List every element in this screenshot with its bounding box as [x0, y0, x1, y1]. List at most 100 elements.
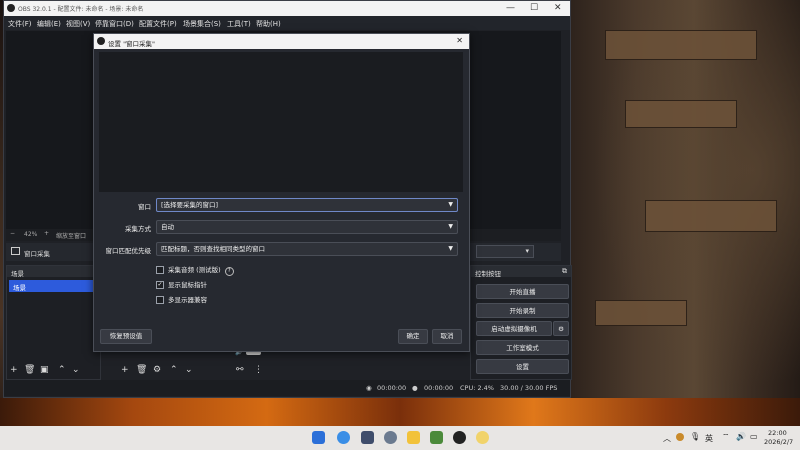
file-explorer-icon[interactable] — [407, 431, 420, 444]
maximize-button[interactable]: ☐ — [530, 3, 538, 13]
capture-audio-checkbox[interactable]: 采集音频 (测试版) ? — [156, 264, 234, 276]
fps-readout: 30.00 / 30.00 FPS — [500, 384, 558, 392]
mixer-menu-icon[interactable]: ⋮ — [254, 365, 263, 375]
remove-scene-icon[interactable]: 🗑 — [24, 365, 35, 375]
edge-icon[interactable] — [337, 431, 350, 444]
add-source-icon[interactable]: + — [121, 365, 129, 375]
pycharm-icon[interactable] — [430, 431, 443, 444]
scenes-title: 场景 — [11, 270, 24, 278]
checkbox-unchecked[interactable] — [156, 266, 164, 274]
settings-button[interactable]: 设置 — [476, 359, 569, 374]
mixer-link-icon[interactable]: ⚯ — [236, 365, 244, 375]
source-up-icon[interactable]: ⌃ — [170, 365, 178, 375]
cpu-usage: CPU: 2.4% — [460, 384, 494, 392]
clock-date[interactable]: 2026/2/7 — [764, 438, 793, 446]
volume-icon[interactable]: 🔊 — [736, 432, 746, 441]
chevron-down-icon: ▼ — [448, 245, 453, 252]
zoom-in-button[interactable]: + — [44, 230, 49, 237]
start-virtual-camera-button[interactable]: 启动虚拟摄像机 — [476, 321, 552, 336]
window-select[interactable]: [选择要采集的窗口] ▼ — [156, 198, 458, 212]
status-bar: ◉ 00:00:00 ● 00:00:00 CPU: 2.4% 30.00 / … — [4, 380, 570, 396]
window-capture-properties-dialog: 设置 "窗口采集" ✕ 窗口 [选择要采集的窗口] ▼ 采集方式 自动 ▼ 窗口… — [93, 33, 470, 352]
menu-tools[interactable]: 工具(T) — [227, 19, 251, 29]
dialog-title: 设置 "窗口采集" — [108, 40, 156, 48]
desktop-wallpaper — [565, 0, 800, 425]
dialog-title-bar: 设置 "窗口采集" ✕ — [94, 34, 469, 49]
menu-profile[interactable]: 配置文件(P) — [139, 19, 177, 29]
add-scene-icon[interactable]: + — [10, 365, 18, 375]
restore-defaults-button[interactable]: 恢复预设值 — [100, 329, 152, 344]
menu-bar: 文件(F) 编辑(E) 视图(V) 停靠窗口(D) 配置文件(P) 场景集合(S… — [4, 16, 570, 30]
zoom-fit-label[interactable]: 缩放至窗口 — [56, 231, 86, 240]
scene-filter-icon[interactable]: ▣ — [40, 365, 49, 375]
tray-chevron-icon[interactable]: ︿ — [663, 433, 671, 444]
checkbox-unchecked[interactable] — [156, 296, 164, 304]
chevron-down-icon: ▾ — [525, 247, 529, 255]
menu-view[interactable]: 视图(V) — [66, 19, 90, 29]
move-up-icon[interactable]: ⌃ — [58, 365, 66, 375]
multi-monitor-checkbox[interactable]: 多显示器兼容 — [156, 294, 207, 304]
window-match-priority-select[interactable]: 匹配标题，否则查找相同类型的窗口 ▼ — [156, 242, 458, 256]
microphone-icon[interactable]: 🎙 — [690, 432, 700, 441]
cancel-button[interactable]: 取消 — [432, 329, 462, 344]
clock-time[interactable]: 22:00 — [768, 429, 787, 437]
capture-method-select[interactable]: 自动 ▼ — [156, 220, 458, 234]
obs-logo-icon — [7, 4, 15, 12]
battery-icon[interactable]: ▭ — [750, 432, 758, 441]
menu-file[interactable]: 文件(F) — [8, 19, 32, 29]
checkbox-checked[interactable]: ✓ — [156, 281, 164, 289]
obs-taskbar-icon[interactable] — [453, 431, 466, 444]
menu-scene-collection[interactable]: 场景集合(S) — [183, 19, 221, 29]
capture-method-value: 自动 — [161, 223, 174, 231]
ime-indicator[interactable]: 英 — [705, 433, 713, 444]
menu-help[interactable]: 帮助(H) — [256, 19, 281, 29]
window-label: 窗口 — [138, 203, 151, 211]
record-status-icon: ● — [412, 384, 418, 392]
windows-taskbar: ︿ 🎙 英 ⌔ 🔊 ▭ 22:00 2026/2/7 — [0, 426, 800, 450]
minimize-button[interactable]: — — [506, 3, 515, 13]
stream-time: 00:00:00 — [377, 384, 407, 392]
source-property-dropdown[interactable]: ▾ — [476, 245, 534, 258]
show-cursor-label: 显示鼠标指针 — [168, 281, 207, 289]
settings-icon[interactable] — [384, 431, 397, 444]
window-title: OBS 32.0.1 - 配置文件: 未命名 - 场景: 未命名 — [18, 6, 144, 13]
window-match-priority-label: 窗口匹配优先级 — [105, 247, 152, 255]
tray-app-icon[interactable] — [676, 433, 684, 441]
selected-source-name: 窗口采集 — [24, 250, 50, 258]
studio-mode-button[interactable]: 工作室模式 — [476, 340, 569, 355]
source-properties-icon[interactable]: ⚙ — [153, 365, 161, 375]
wifi-icon[interactable]: ⌔ — [722, 432, 730, 442]
capture-audio-label: 采集音频 (测试版) — [168, 266, 221, 274]
help-icon[interactable]: ? — [224, 267, 234, 276]
remove-source-icon[interactable]: 🗑 — [136, 365, 147, 375]
capture-method-label: 采集方式 — [125, 225, 151, 233]
move-down-icon[interactable]: ⌄ — [72, 365, 80, 375]
ok-button[interactable]: 确定 — [398, 329, 428, 344]
menu-edit[interactable]: 编辑(E) — [37, 19, 61, 29]
chevron-down-icon: ▼ — [448, 201, 453, 208]
zoom-out-button[interactable]: − — [10, 230, 15, 237]
multi-monitor-label: 多显示器兼容 — [168, 296, 207, 304]
start-icon[interactable] — [312, 431, 325, 444]
wallpaper-fire — [0, 398, 800, 428]
show-cursor-checkbox[interactable]: ✓ 显示鼠标指针 — [156, 279, 207, 289]
window-select-value: [选择要采集的窗口] — [161, 201, 219, 209]
controls-title: 控制按钮 — [475, 270, 501, 278]
source-down-icon[interactable]: ⌄ — [185, 365, 193, 375]
close-button[interactable]: ✕ — [554, 3, 562, 13]
lightbulb-icon[interactable] — [476, 431, 489, 444]
stream-status-icon: ◉ — [366, 384, 372, 392]
dock-float-icon[interactable]: ⧉ — [562, 267, 567, 276]
virtual-camera-settings-icon[interactable]: ⚙ — [553, 321, 569, 336]
dialog-close-button[interactable]: ✕ — [456, 36, 463, 45]
menu-docks[interactable]: 停靠窗口(D) — [95, 19, 134, 29]
store-icon[interactable] — [361, 431, 374, 444]
start-recording-button[interactable]: 开始录制 — [476, 303, 569, 318]
dialog-preview — [99, 52, 463, 192]
scene-list-item[interactable]: 场景 — [9, 280, 98, 292]
start-streaming-button[interactable]: 开始直播 — [476, 284, 569, 299]
window-match-priority-value: 匹配标题，否则查找相同类型的窗口 — [161, 245, 265, 253]
title-bar: OBS 32.0.1 - 配置文件: 未命名 - 场景: 未命名 — ☐ ✕ — [4, 1, 570, 16]
controls-dock-header: 控制按钮 ⧉ — [471, 266, 571, 278]
scene-item-label: 场景 — [13, 284, 26, 292]
